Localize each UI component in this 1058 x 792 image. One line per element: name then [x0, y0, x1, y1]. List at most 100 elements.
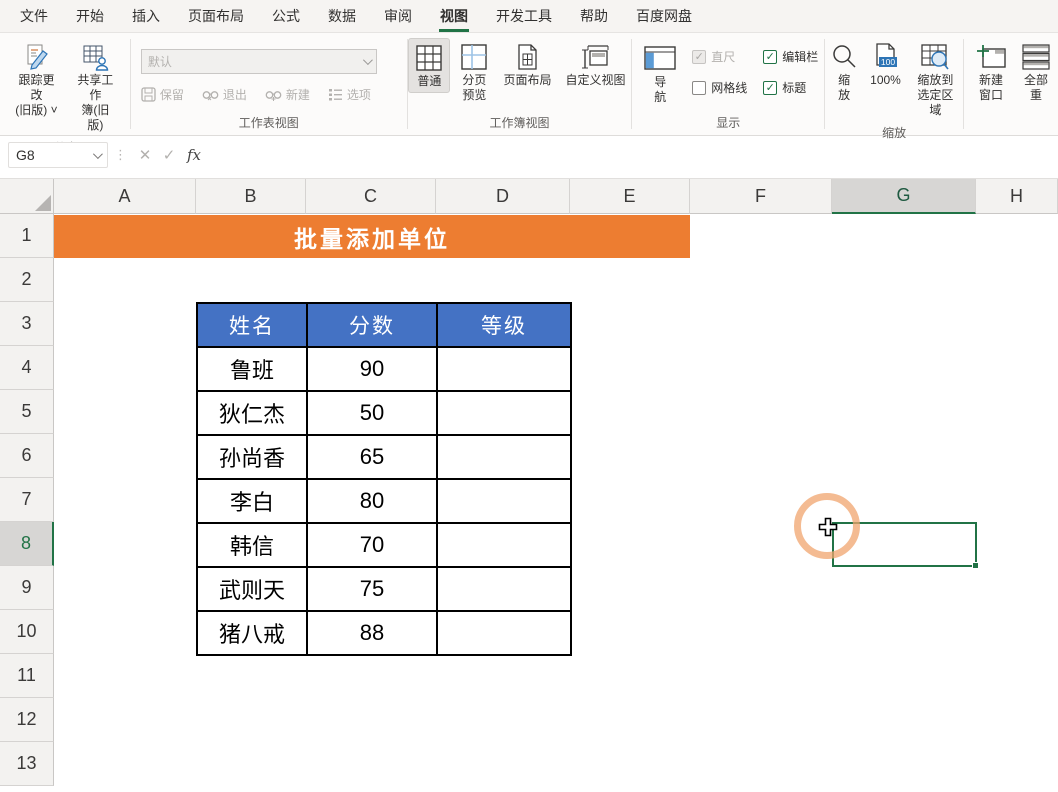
table-cell[interactable]: 狄仁杰: [197, 391, 307, 435]
svg-text:100: 100: [881, 57, 895, 67]
tab-label: 文件: [19, 1, 49, 32]
column-header-C[interactable]: C: [306, 179, 436, 214]
new-window-button[interactable]: 新建窗口: [970, 38, 1012, 106]
tab-数据[interactable]: 数据: [314, 0, 370, 32]
table-cell[interactable]: [437, 391, 571, 435]
row-header-1[interactable]: 1: [0, 214, 54, 258]
table-cell[interactable]: 65: [307, 435, 437, 479]
select-all-corner[interactable]: [0, 179, 54, 214]
formula-bar-checkbox[interactable]: 编辑栏: [763, 48, 818, 65]
tab-开发工具[interactable]: 开发工具: [482, 0, 566, 32]
formula-bar-grip[interactable]: ⋮: [114, 147, 127, 163]
row-header-6[interactable]: 6: [0, 434, 54, 478]
row-header-8[interactable]: 8: [0, 522, 54, 566]
headings-checkbox[interactable]: 标题: [763, 79, 818, 96]
keep-view-button[interactable]: 保留: [141, 86, 184, 103]
column-header-F[interactable]: F: [690, 179, 832, 214]
table-cell[interactable]: [437, 435, 571, 479]
row-header-7[interactable]: 7: [0, 478, 54, 522]
table-cell[interactable]: [437, 347, 571, 391]
enter-icon[interactable]: ✓: [157, 146, 181, 164]
table-cell[interactable]: 50: [307, 391, 437, 435]
checkbox-icon: [692, 81, 706, 95]
tab-页面布局[interactable]: 页面布局: [174, 0, 258, 32]
insert-function-icon[interactable]: fx: [181, 146, 207, 164]
row-header-4[interactable]: 4: [0, 346, 54, 390]
page-break-preview-button[interactable]: 分页 预览: [454, 38, 494, 106]
table-cell[interactable]: 猪八戒: [197, 611, 307, 655]
banner-merged-cell[interactable]: 批量添加单位: [54, 215, 690, 258]
share-workbook-button[interactable]: 共享工作 簿(旧版): [69, 38, 122, 136]
zoom-label: 缩 放: [838, 73, 850, 103]
fill-handle[interactable]: [972, 562, 979, 569]
tab-帮助[interactable]: 帮助: [566, 0, 622, 32]
table-cell[interactable]: 韩信: [197, 523, 307, 567]
arrange-all-button[interactable]: 全部重: [1016, 38, 1056, 106]
sheet-view-preset-dropdown[interactable]: 默认: [141, 49, 377, 74]
tab-百度网盘[interactable]: 百度网盘: [622, 0, 706, 32]
table-cell[interactable]: 88: [307, 611, 437, 655]
row-header-9[interactable]: 9: [0, 566, 54, 610]
selected-cell-G8[interactable]: [832, 522, 977, 567]
zoom-100-button[interactable]: 100 100%: [865, 38, 906, 91]
table-cell[interactable]: 80: [307, 479, 437, 523]
table-cell[interactable]: [437, 567, 571, 611]
table-cell[interactable]: [437, 479, 571, 523]
data-table[interactable]: 姓名分数等级 鲁班90狄仁杰50孙尚香65李白80韩信70武则天75猪八戒88: [196, 302, 572, 656]
options-button[interactable]: 选项: [328, 86, 371, 103]
row-header-11[interactable]: 11: [0, 654, 54, 698]
table-cell[interactable]: 鲁班: [197, 347, 307, 391]
custom-views-button[interactable]: 自定义视图: [560, 38, 630, 91]
row-header-3[interactable]: 3: [0, 302, 54, 346]
row-header-2[interactable]: 2: [0, 258, 54, 302]
row-header-13[interactable]: 13: [0, 742, 54, 786]
column-header-G[interactable]: G: [832, 179, 976, 214]
tab-公式[interactable]: 公式: [258, 0, 314, 32]
column-header-B[interactable]: B: [196, 179, 306, 214]
exit-view-button[interactable]: 退出: [202, 86, 247, 103]
table-cell[interactable]: 75: [307, 567, 437, 611]
zoom-to-selection-label: 缩放到 选定区域: [913, 73, 958, 118]
tab-label: 开发工具: [495, 1, 553, 32]
formula-input[interactable]: [213, 142, 1054, 168]
table-header-等级[interactable]: 等级: [437, 303, 571, 347]
column-header-D[interactable]: D: [436, 179, 570, 214]
tab-视图[interactable]: 视图: [426, 0, 482, 32]
tab-插入[interactable]: 插入: [118, 0, 174, 32]
normal-view-button[interactable]: 普通: [408, 38, 450, 93]
table-header-姓名[interactable]: 姓名: [197, 303, 307, 347]
tab-审阅[interactable]: 审阅: [370, 0, 426, 32]
ruler-checkbox[interactable]: 直尺: [692, 48, 747, 65]
navigation-button[interactable]: 导 航: [638, 40, 682, 108]
new-view-button[interactable]: 新建: [265, 86, 310, 103]
spreadsheet-grid[interactable]: 批量添加单位 姓名分数等级 鲁班90狄仁杰50孙尚香65李白80韩信70武则天7…: [0, 179, 1058, 792]
column-header-E[interactable]: E: [570, 179, 690, 214]
name-box[interactable]: G8: [8, 142, 108, 168]
page-layout-view-button[interactable]: 页面布局: [498, 38, 556, 91]
save-icon: [141, 87, 156, 102]
gridlines-checkbox[interactable]: 网格线: [692, 79, 747, 96]
table-cell[interactable]: 李白: [197, 479, 307, 523]
ribbon-group-zoom: 缩 放 100 100% 缩放到 选定区域 缩放: [825, 33, 963, 135]
table-cell[interactable]: [437, 523, 571, 567]
column-header-A[interactable]: A: [54, 179, 196, 214]
table-header-分数[interactable]: 分数: [307, 303, 437, 347]
table-cell[interactable]: 孙尚香: [197, 435, 307, 479]
column-header-H[interactable]: H: [976, 179, 1058, 214]
row-header-10[interactable]: 10: [0, 610, 54, 654]
zoom-100-icon: 100: [871, 41, 899, 73]
track-changes-button[interactable]: 跟踪更改 (旧版) ˅: [10, 38, 63, 121]
table-cell[interactable]: 武则天: [197, 567, 307, 611]
row-header-5[interactable]: 5: [0, 390, 54, 434]
cancel-icon[interactable]: ✕: [133, 146, 157, 164]
table-cell[interactable]: 90: [307, 347, 437, 391]
table-cell[interactable]: 70: [307, 523, 437, 567]
tab-开始[interactable]: 开始: [62, 0, 118, 32]
custom-views-label: 自定义视图: [565, 73, 625, 88]
tab-文件[interactable]: 文件: [6, 0, 62, 32]
table-row: 李白80: [197, 479, 571, 523]
zoom-button[interactable]: 缩 放: [825, 38, 863, 106]
zoom-to-selection-button[interactable]: 缩放到 选定区域: [908, 38, 963, 121]
row-header-12[interactable]: 12: [0, 698, 54, 742]
table-cell[interactable]: [437, 611, 571, 655]
